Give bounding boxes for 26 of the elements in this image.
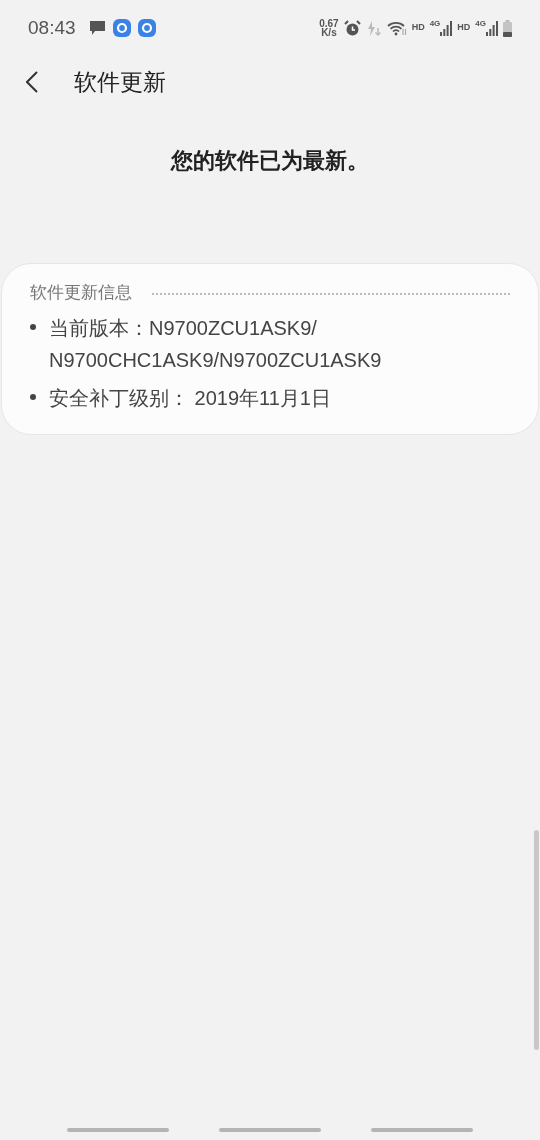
message-icon <box>88 20 106 36</box>
info-text: 安全补丁级别： 2019年11月1日 <box>49 385 331 411</box>
app-icon <box>112 19 131 37</box>
battery-icon <box>503 19 512 37</box>
speed-unit: K/s <box>321 28 337 37</box>
signal-icon <box>486 20 498 36</box>
bullet-icon <box>30 323 36 330</box>
page-title: 软件更新 <box>74 67 166 97</box>
network-type: 4G <box>475 20 486 28</box>
wifi-icon <box>386 20 407 36</box>
nav-bar-handle[interactable] <box>219 1128 321 1132</box>
network-type: 4G <box>429 20 441 28</box>
clock: 08:43 <box>28 15 76 40</box>
nav-bar-handle[interactable] <box>67 1128 169 1132</box>
info-text: 当前版本：N9700ZCU1ASK9/ N9700CHC1ASK9/N9700ZCU1ASK9 <box>49 315 382 373</box>
app-icon <box>137 19 156 37</box>
bullet-icon <box>30 393 36 400</box>
status-message: 您的软件已为最新。 <box>171 147 369 175</box>
signal-icon <box>440 20 453 36</box>
nav-bar-handle[interactable] <box>371 1128 473 1132</box>
network-speed: 0.67 <box>319 19 339 28</box>
charging-icon <box>365 19 382 37</box>
hd-label: HD <box>411 21 425 35</box>
card-title: 软件更新信息 <box>30 282 132 304</box>
hd-label: HD <box>457 21 471 35</box>
alarm-icon <box>343 19 361 37</box>
